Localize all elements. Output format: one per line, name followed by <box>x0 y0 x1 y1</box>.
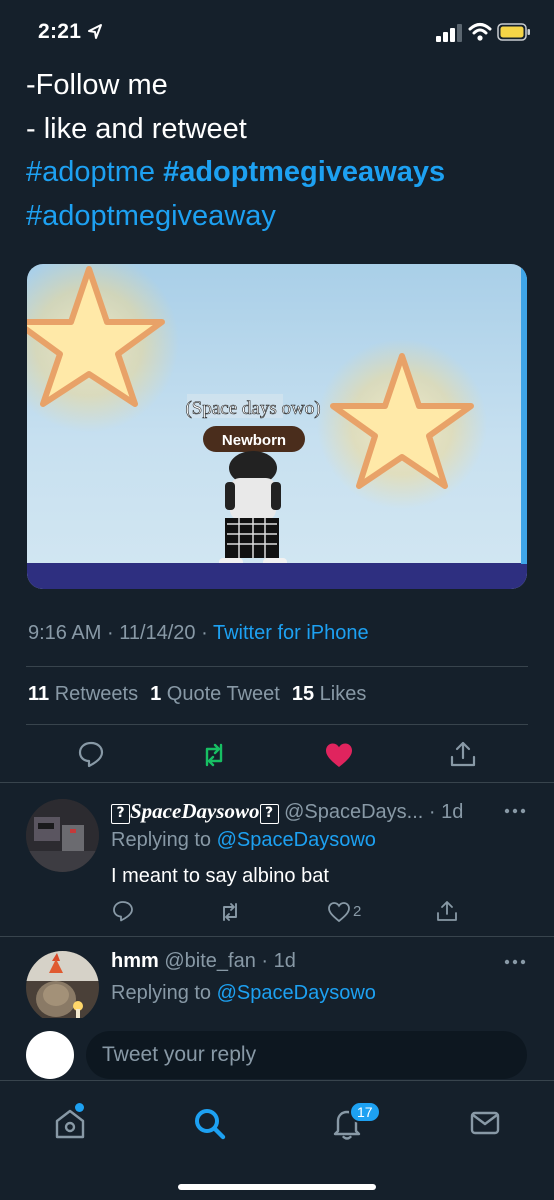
notifications-badge: 17 <box>349 1101 381 1123</box>
retweets-stat[interactable]: 11 Retweets <box>28 683 138 705</box>
replying-to: Replying to @SpaceDaysowo <box>111 982 376 1005</box>
search-icon[interactable] <box>189 1103 229 1143</box>
reply-author-handle: @SpaceDays... <box>284 801 424 823</box>
replying-to: Replying to @SpaceDaysowo <box>111 829 376 852</box>
likes-label: Likes <box>319 683 367 705</box>
avatar-image <box>26 951 99 1018</box>
messages-icon[interactable] <box>465 1103 505 1143</box>
replying-prefix: Replying to <box>111 982 212 1004</box>
meta-separator: · <box>106 622 114 644</box>
tweet-text: -Follow me - like and retweet #adoptme #… <box>26 64 536 238</box>
like-icon[interactable] <box>324 740 354 770</box>
hashtag-link[interactable]: #adoptmegiveaways <box>163 156 445 188</box>
avatar[interactable] <box>26 1031 74 1079</box>
tweet-hashtag-line: #adoptmegiveaway <box>26 195 536 239</box>
home-unread-dot <box>75 1103 84 1112</box>
battery-icon <box>497 23 530 41</box>
tweet-source-link[interactable]: Twitter for iPhone <box>213 622 369 644</box>
likes-stat[interactable]: 15 Likes <box>292 683 367 705</box>
retweets-count: 11 <box>28 683 50 705</box>
avatar[interactable] <box>26 951 99 1018</box>
hashtag-link[interactable]: #adoptme <box>26 156 155 188</box>
home-icon[interactable] <box>50 1104 90 1144</box>
quotes-count: 1 <box>150 683 162 705</box>
reply-icon[interactable] <box>76 739 106 769</box>
tweet-date: 11/14/20 <box>119 622 196 644</box>
reply-author-name[interactable]: ? SpaceDaysowo? <box>111 799 279 824</box>
reply-like-count: 2 <box>353 903 362 920</box>
more-options-icon[interactable] <box>504 807 526 815</box>
reply-header: ? SpaceDaysowo? @SpaceDays... · 1d <box>111 799 463 824</box>
avatar[interactable] <box>26 799 99 872</box>
quotes-label: Quote Tweet <box>166 683 280 705</box>
replying-handle-link[interactable]: @SpaceDaysowo <box>217 982 376 1004</box>
status-bar: 2:21 <box>0 0 554 64</box>
wifi-icon <box>468 23 492 41</box>
cellular-signal-icon <box>436 24 462 42</box>
reply-tweet[interactable]: ? SpaceDaysowo? @SpaceDays... · 1d Replyi… <box>0 783 554 936</box>
home-indicator[interactable] <box>178 1184 376 1190</box>
reply-author-display-name: SpaceDaysowo <box>130 799 260 823</box>
reply-header: hmm @bite_fan · 1d <box>111 950 296 973</box>
replying-handle-link[interactable]: @SpaceDaysowo <box>217 829 376 851</box>
retweet-icon[interactable] <box>218 900 242 924</box>
reply-input[interactable] <box>86 1031 527 1079</box>
tweet-media-image[interactable]: (Space days owo) Newborn <box>27 264 527 589</box>
tweet-line: - like and retweet <box>26 112 247 145</box>
reply-body: I meant to say albino bat <box>111 865 329 887</box>
avatar-image <box>26 799 99 872</box>
unsupported-glyph-icon: ? <box>111 804 130 824</box>
location-arrow-icon <box>88 24 102 39</box>
tweet-timestamp: 9:16 AM · 11/14/20 · Twitter for iPhone <box>28 622 369 645</box>
status-time: 2:21 <box>38 20 82 43</box>
divider <box>26 666 528 667</box>
tweet-time: 9:16 AM <box>28 622 102 644</box>
retweets-label: Retweets <box>54 683 139 705</box>
more-options-icon[interactable] <box>504 958 526 966</box>
avatar-character <box>219 451 287 570</box>
share-icon[interactable] <box>448 739 478 769</box>
share-icon[interactable] <box>435 899 459 923</box>
unsupported-glyph-icon: ? <box>259 804 279 824</box>
media-caption: (Space days owo) <box>185 398 320 419</box>
game-scene-illustration: (Space days owo) Newborn <box>27 264 527 589</box>
retweet-icon[interactable] <box>199 740 229 770</box>
tab-bar: 17 <box>0 1080 554 1200</box>
tweet-line: -Follow me <box>26 69 168 101</box>
reply-author-handle: @bite_fan <box>164 950 256 972</box>
reply-age: · 1d <box>428 801 464 823</box>
divider <box>26 724 528 725</box>
tweet-stats: 11 Retweets 1 Quote Tweet 15 Likes <box>28 683 366 706</box>
reply-tweet[interactable]: hmm @bite_fan · 1d Replying to @SpaceDay… <box>0 937 554 1018</box>
likes-count: 15 <box>291 683 315 705</box>
replying-prefix: Replying to <box>111 829 212 851</box>
reply-icon[interactable] <box>111 899 135 923</box>
tweet-hashtag-line: #adoptme #adoptmegiveaways <box>26 151 536 195</box>
hashtag-link[interactable]: #adoptmegiveaway <box>26 200 276 232</box>
quotes-stat[interactable]: 1 Quote Tweet <box>150 683 280 705</box>
reply-author-name[interactable]: hmm <box>111 950 159 972</box>
like-icon[interactable] <box>327 900 351 924</box>
media-nameplate: Newborn <box>222 432 286 449</box>
reply-age: · 1d <box>261 950 296 972</box>
meta-separator: · <box>201 622 208 644</box>
